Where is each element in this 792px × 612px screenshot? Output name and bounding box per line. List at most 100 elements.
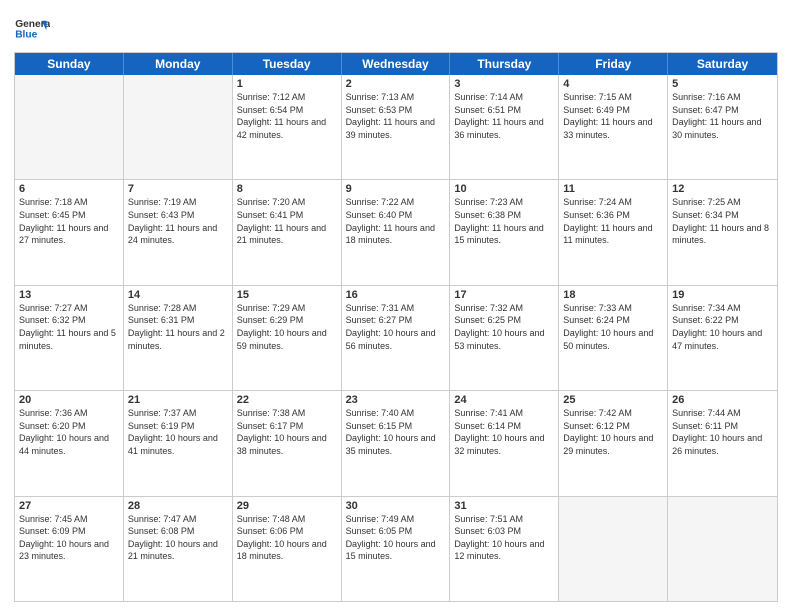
day-number: 31 xyxy=(454,500,554,512)
day-number: 9 xyxy=(346,183,446,195)
day-number: 27 xyxy=(19,500,119,512)
day-cell-10: 10Sunrise: 7:23 AMSunset: 6:38 PMDayligh… xyxy=(450,180,559,284)
day-cell-28: 28Sunrise: 7:47 AMSunset: 6:08 PMDayligh… xyxy=(124,497,233,601)
day-cell-15: 15Sunrise: 7:29 AMSunset: 6:29 PMDayligh… xyxy=(233,286,342,390)
day-cell-1: 1Sunrise: 7:12 AMSunset: 6:54 PMDaylight… xyxy=(233,75,342,179)
day-cell-7: 7Sunrise: 7:19 AMSunset: 6:43 PMDaylight… xyxy=(124,180,233,284)
day-number: 6 xyxy=(19,183,119,195)
sun-info: Sunrise: 7:31 AMSunset: 6:27 PMDaylight:… xyxy=(346,302,446,352)
day-cell-9: 9Sunrise: 7:22 AMSunset: 6:40 PMDaylight… xyxy=(342,180,451,284)
calendar-row-3: 20Sunrise: 7:36 AMSunset: 6:20 PMDayligh… xyxy=(15,391,777,496)
header-day-friday: Friday xyxy=(559,53,668,75)
day-number: 28 xyxy=(128,500,228,512)
sun-info: Sunrise: 7:38 AMSunset: 6:17 PMDaylight:… xyxy=(237,407,337,457)
header-day-wednesday: Wednesday xyxy=(342,53,451,75)
day-cell-27: 27Sunrise: 7:45 AMSunset: 6:09 PMDayligh… xyxy=(15,497,124,601)
logo-icon: General Blue xyxy=(14,10,50,46)
header-day-thursday: Thursday xyxy=(450,53,559,75)
day-cell-18: 18Sunrise: 7:33 AMSunset: 6:24 PMDayligh… xyxy=(559,286,668,390)
sun-info: Sunrise: 7:16 AMSunset: 6:47 PMDaylight:… xyxy=(672,91,773,141)
sun-info: Sunrise: 7:27 AMSunset: 6:32 PMDaylight:… xyxy=(19,302,119,352)
day-number: 13 xyxy=(19,289,119,301)
day-number: 4 xyxy=(563,78,663,90)
sun-info: Sunrise: 7:48 AMSunset: 6:06 PMDaylight:… xyxy=(237,513,337,563)
day-cell-8: 8Sunrise: 7:20 AMSunset: 6:41 PMDaylight… xyxy=(233,180,342,284)
day-number: 25 xyxy=(563,394,663,406)
header-day-monday: Monday xyxy=(124,53,233,75)
day-cell-13: 13Sunrise: 7:27 AMSunset: 6:32 PMDayligh… xyxy=(15,286,124,390)
calendar-row-2: 13Sunrise: 7:27 AMSunset: 6:32 PMDayligh… xyxy=(15,286,777,391)
sun-info: Sunrise: 7:20 AMSunset: 6:41 PMDaylight:… xyxy=(237,196,337,246)
day-number: 15 xyxy=(237,289,337,301)
day-number: 21 xyxy=(128,394,228,406)
page-header: General Blue xyxy=(14,10,778,46)
day-number: 26 xyxy=(672,394,773,406)
day-number: 20 xyxy=(19,394,119,406)
sun-info: Sunrise: 7:42 AMSunset: 6:12 PMDaylight:… xyxy=(563,407,663,457)
sun-info: Sunrise: 7:33 AMSunset: 6:24 PMDaylight:… xyxy=(563,302,663,352)
day-number: 12 xyxy=(672,183,773,195)
day-cell-4: 4Sunrise: 7:15 AMSunset: 6:49 PMDaylight… xyxy=(559,75,668,179)
empty-cell xyxy=(124,75,233,179)
day-cell-26: 26Sunrise: 7:44 AMSunset: 6:11 PMDayligh… xyxy=(668,391,777,495)
sun-info: Sunrise: 7:14 AMSunset: 6:51 PMDaylight:… xyxy=(454,91,554,141)
header-day-tuesday: Tuesday xyxy=(233,53,342,75)
header-day-sunday: Sunday xyxy=(15,53,124,75)
day-cell-6: 6Sunrise: 7:18 AMSunset: 6:45 PMDaylight… xyxy=(15,180,124,284)
sun-info: Sunrise: 7:19 AMSunset: 6:43 PMDaylight:… xyxy=(128,196,228,246)
day-number: 10 xyxy=(454,183,554,195)
sun-info: Sunrise: 7:36 AMSunset: 6:20 PMDaylight:… xyxy=(19,407,119,457)
day-cell-30: 30Sunrise: 7:49 AMSunset: 6:05 PMDayligh… xyxy=(342,497,451,601)
day-number: 23 xyxy=(346,394,446,406)
empty-cell xyxy=(15,75,124,179)
day-cell-29: 29Sunrise: 7:48 AMSunset: 6:06 PMDayligh… xyxy=(233,497,342,601)
header-day-saturday: Saturday xyxy=(668,53,777,75)
sun-info: Sunrise: 7:13 AMSunset: 6:53 PMDaylight:… xyxy=(346,91,446,141)
day-number: 11 xyxy=(563,183,663,195)
day-cell-2: 2Sunrise: 7:13 AMSunset: 6:53 PMDaylight… xyxy=(342,75,451,179)
day-number: 14 xyxy=(128,289,228,301)
day-cell-21: 21Sunrise: 7:37 AMSunset: 6:19 PMDayligh… xyxy=(124,391,233,495)
day-cell-22: 22Sunrise: 7:38 AMSunset: 6:17 PMDayligh… xyxy=(233,391,342,495)
sun-info: Sunrise: 7:23 AMSunset: 6:38 PMDaylight:… xyxy=(454,196,554,246)
sun-info: Sunrise: 7:15 AMSunset: 6:49 PMDaylight:… xyxy=(563,91,663,141)
empty-cell xyxy=(559,497,668,601)
day-number: 3 xyxy=(454,78,554,90)
sun-info: Sunrise: 7:29 AMSunset: 6:29 PMDaylight:… xyxy=(237,302,337,352)
day-number: 8 xyxy=(237,183,337,195)
sun-info: Sunrise: 7:28 AMSunset: 6:31 PMDaylight:… xyxy=(128,302,228,352)
calendar-row-0: 1Sunrise: 7:12 AMSunset: 6:54 PMDaylight… xyxy=(15,75,777,180)
day-number: 1 xyxy=(237,78,337,90)
day-cell-31: 31Sunrise: 7:51 AMSunset: 6:03 PMDayligh… xyxy=(450,497,559,601)
sun-info: Sunrise: 7:37 AMSunset: 6:19 PMDaylight:… xyxy=(128,407,228,457)
sun-info: Sunrise: 7:32 AMSunset: 6:25 PMDaylight:… xyxy=(454,302,554,352)
day-number: 30 xyxy=(346,500,446,512)
calendar-row-4: 27Sunrise: 7:45 AMSunset: 6:09 PMDayligh… xyxy=(15,497,777,601)
day-number: 19 xyxy=(672,289,773,301)
day-cell-11: 11Sunrise: 7:24 AMSunset: 6:36 PMDayligh… xyxy=(559,180,668,284)
sun-info: Sunrise: 7:34 AMSunset: 6:22 PMDaylight:… xyxy=(672,302,773,352)
day-cell-14: 14Sunrise: 7:28 AMSunset: 6:31 PMDayligh… xyxy=(124,286,233,390)
day-cell-25: 25Sunrise: 7:42 AMSunset: 6:12 PMDayligh… xyxy=(559,391,668,495)
sun-info: Sunrise: 7:40 AMSunset: 6:15 PMDaylight:… xyxy=(346,407,446,457)
day-cell-23: 23Sunrise: 7:40 AMSunset: 6:15 PMDayligh… xyxy=(342,391,451,495)
day-number: 22 xyxy=(237,394,337,406)
day-number: 7 xyxy=(128,183,228,195)
empty-cell xyxy=(668,497,777,601)
day-cell-17: 17Sunrise: 7:32 AMSunset: 6:25 PMDayligh… xyxy=(450,286,559,390)
day-cell-12: 12Sunrise: 7:25 AMSunset: 6:34 PMDayligh… xyxy=(668,180,777,284)
day-number: 2 xyxy=(346,78,446,90)
sun-info: Sunrise: 7:45 AMSunset: 6:09 PMDaylight:… xyxy=(19,513,119,563)
calendar-body: 1Sunrise: 7:12 AMSunset: 6:54 PMDaylight… xyxy=(15,75,777,601)
sun-info: Sunrise: 7:47 AMSunset: 6:08 PMDaylight:… xyxy=(128,513,228,563)
sun-info: Sunrise: 7:49 AMSunset: 6:05 PMDaylight:… xyxy=(346,513,446,563)
sun-info: Sunrise: 7:12 AMSunset: 6:54 PMDaylight:… xyxy=(237,91,337,141)
calendar: SundayMondayTuesdayWednesdayThursdayFrid… xyxy=(14,52,778,602)
day-cell-19: 19Sunrise: 7:34 AMSunset: 6:22 PMDayligh… xyxy=(668,286,777,390)
sun-info: Sunrise: 7:24 AMSunset: 6:36 PMDaylight:… xyxy=(563,196,663,246)
day-cell-20: 20Sunrise: 7:36 AMSunset: 6:20 PMDayligh… xyxy=(15,391,124,495)
calendar-row-1: 6Sunrise: 7:18 AMSunset: 6:45 PMDaylight… xyxy=(15,180,777,285)
day-number: 18 xyxy=(563,289,663,301)
sun-info: Sunrise: 7:22 AMSunset: 6:40 PMDaylight:… xyxy=(346,196,446,246)
svg-text:Blue: Blue xyxy=(15,30,37,41)
